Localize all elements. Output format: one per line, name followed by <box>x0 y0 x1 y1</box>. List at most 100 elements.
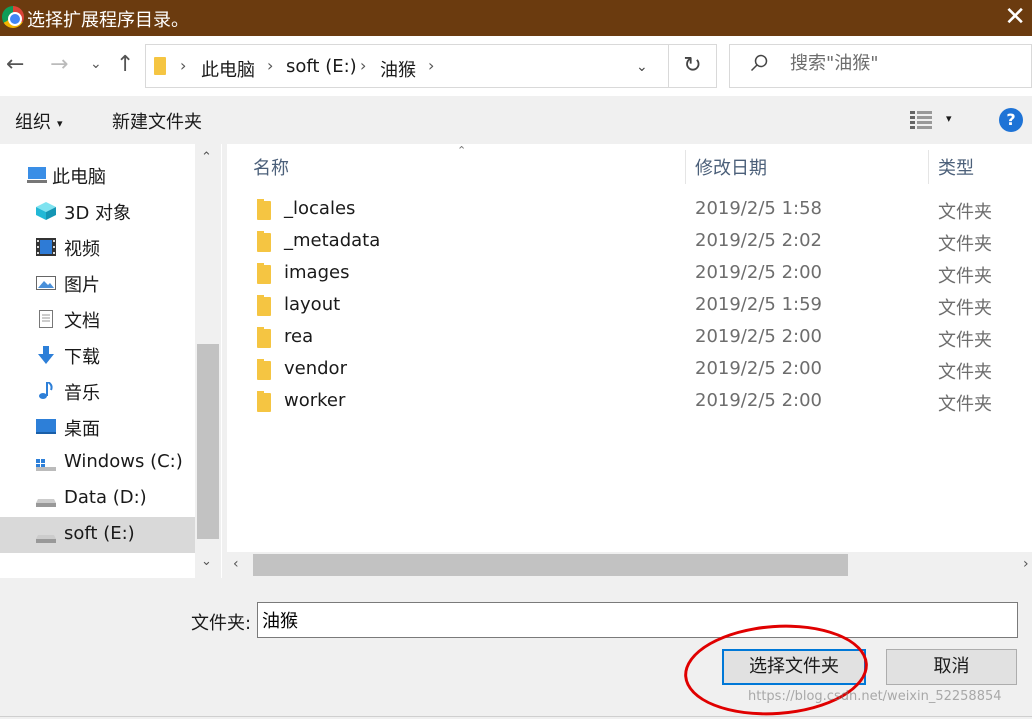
table-row[interactable]: rea 2019/2/5 2:00 文件夹 <box>227 322 1032 354</box>
change-view-button[interactable]: ▾ <box>910 108 960 134</box>
file-date: 2019/2/5 2:00 <box>695 390 822 411</box>
table-row[interactable]: _metadata 2019/2/5 2:02 文件夹 <box>227 226 1032 258</box>
column-header-type[interactable]: 类型 <box>938 154 974 180</box>
organize-label: 组织 <box>15 112 51 133</box>
folder-icon <box>257 391 271 412</box>
sidebar-item-videos[interactable]: 视频 <box>0 229 195 265</box>
file-type: 文件夹 <box>938 362 992 383</box>
file-name: layout <box>284 294 341 315</box>
file-type: 文件夹 <box>938 266 992 287</box>
chevron-down-icon: ▾ <box>57 116 63 130</box>
sidebar-item-label: 视频 <box>64 239 100 260</box>
refresh-button[interactable]: ↻ <box>668 45 716 87</box>
sidebar-item-desktop[interactable]: 桌面 <box>0 409 195 445</box>
sidebar-item-label: 下载 <box>64 347 100 368</box>
sidebar-item-label: 文档 <box>64 311 100 332</box>
sort-ascending-icon: ⌃ <box>457 144 467 157</box>
horizontal-scrollbar[interactable]: ‹ › <box>227 552 1032 578</box>
new-folder-button[interactable]: 新建文件夹 <box>112 108 202 134</box>
sidebar-item-windows-drive[interactable]: Windows (C:) <box>0 445 195 481</box>
video-icon <box>36 238 56 256</box>
file-name: images <box>284 262 350 283</box>
scroll-right-button[interactable]: › <box>1023 556 1029 572</box>
organize-button[interactable]: 组织 ▾ <box>15 108 63 134</box>
picture-icon <box>36 276 56 290</box>
address-dropdown-button[interactable]: ⌄ <box>636 59 648 75</box>
breadcrumb-current-folder[interactable]: 油猴 <box>380 56 416 82</box>
file-type: 文件夹 <box>938 330 992 351</box>
back-button[interactable]: ← <box>6 52 24 77</box>
breadcrumb-separator: › <box>267 56 274 75</box>
folder-icon <box>154 57 166 75</box>
chrome-icon <box>2 6 24 28</box>
breadcrumb-separator: › <box>180 56 187 75</box>
column-header-name[interactable]: 名称 <box>253 154 289 180</box>
folder-icon <box>257 359 271 380</box>
file-type: 文件夹 <box>938 234 992 255</box>
sidebar-item-this-pc[interactable]: 此电脑 <box>0 157 195 193</box>
file-date: 2019/2/5 2:02 <box>695 230 822 251</box>
sidebar-item-label: 图片 <box>64 275 100 296</box>
search-input[interactable] <box>790 53 1020 74</box>
recent-locations-button[interactable]: ⌄ <box>90 56 102 72</box>
breadcrumb-separator: › <box>360 56 367 75</box>
address-bar[interactable]: › 此电脑 › soft (E:) › 油猴 › ⌄ ↻ <box>145 44 717 88</box>
scroll-down-button[interactable]: ⌄ <box>201 554 212 569</box>
navigation-pane: 此电脑 3D 对象 视频 图片 文档 下载 音乐 桌面 Windows (C:)… <box>0 144 222 578</box>
music-icon <box>39 382 53 399</box>
window-title: 选择扩展程序目录。 <box>27 10 189 31</box>
sidebar-item-pictures[interactable]: 图片 <box>0 265 195 301</box>
sidebar-item-network[interactable]: 网络 <box>0 568 195 578</box>
folder-field-label: 文件夹: <box>191 613 252 634</box>
forward-button[interactable]: → <box>50 52 68 77</box>
sidebar-item-label: Data (D:) <box>64 487 147 508</box>
pc-icon <box>27 167 47 183</box>
scroll-left-button[interactable]: ‹ <box>233 556 239 572</box>
breadcrumb-this-pc[interactable]: 此电脑 <box>201 56 255 82</box>
breadcrumb-soft-drive[interactable]: soft (E:) <box>286 56 357 77</box>
drive-icon <box>36 535 56 543</box>
sidebar-item-music[interactable]: 音乐 <box>0 373 195 409</box>
file-date: 2019/2/5 2:00 <box>695 262 822 283</box>
sidebar-item-label: 音乐 <box>64 383 100 404</box>
file-type: 文件夹 <box>938 298 992 319</box>
file-date: 2019/2/5 1:59 <box>695 294 822 315</box>
sidebar-item-documents[interactable]: 文档 <box>0 301 195 337</box>
folder-name-input[interactable] <box>257 602 1018 638</box>
column-header-date[interactable]: 修改日期 <box>695 154 767 180</box>
file-name: _locales <box>284 198 356 219</box>
title-bar: 选择扩展程序目录。 ✕ <box>0 0 1032 36</box>
divider <box>0 716 1032 717</box>
table-row[interactable]: images 2019/2/5 2:00 文件夹 <box>227 258 1032 290</box>
up-button[interactable]: ↑ <box>116 52 134 77</box>
sidebar-item-label: 此电脑 <box>52 167 106 188</box>
sidebar-item-label: soft (E:) <box>64 523 135 544</box>
sidebar-item-data-drive[interactable]: Data (D:) <box>0 481 195 517</box>
sidebar-item-downloads[interactable]: 下载 <box>0 337 195 373</box>
search-box[interactable] <box>729 44 1032 88</box>
document-icon <box>39 310 53 328</box>
select-folder-button[interactable]: 选择文件夹 <box>722 649 866 685</box>
scroll-up-button[interactable]: ⌃ <box>201 150 212 165</box>
sidebar-item-soft-drive[interactable]: soft (E:) <box>0 517 195 553</box>
breadcrumb-separator[interactable]: › <box>428 56 434 75</box>
navigation-pane-scrollbar[interactable]: ⌃ ⌄ <box>195 144 221 578</box>
file-date: 2019/2/5 2:00 <box>695 358 822 379</box>
column-divider[interactable] <box>685 150 686 184</box>
download-icon <box>38 346 54 364</box>
column-divider[interactable] <box>928 150 929 184</box>
desktop-icon <box>36 419 56 434</box>
cancel-button[interactable]: 取消 <box>886 649 1017 685</box>
table-row[interactable]: _locales 2019/2/5 1:58 文件夹 <box>227 194 1032 226</box>
sidebar-item-3d-objects[interactable]: 3D 对象 <box>0 193 195 229</box>
file-date: 2019/2/5 2:00 <box>695 326 822 347</box>
help-icon[interactable]: ? <box>999 108 1023 132</box>
close-button[interactable]: ✕ <box>1004 2 1026 32</box>
table-row[interactable]: worker 2019/2/5 2:00 文件夹 <box>227 386 1032 418</box>
table-row[interactable]: layout 2019/2/5 1:59 文件夹 <box>227 290 1032 322</box>
table-row[interactable]: vendor 2019/2/5 2:00 文件夹 <box>227 354 1032 386</box>
scrollbar-thumb[interactable] <box>253 554 848 576</box>
sidebar-item-label: Windows (C:) <box>64 451 183 472</box>
file-name: _metadata <box>284 230 381 251</box>
scrollbar-thumb[interactable] <box>197 344 219 539</box>
